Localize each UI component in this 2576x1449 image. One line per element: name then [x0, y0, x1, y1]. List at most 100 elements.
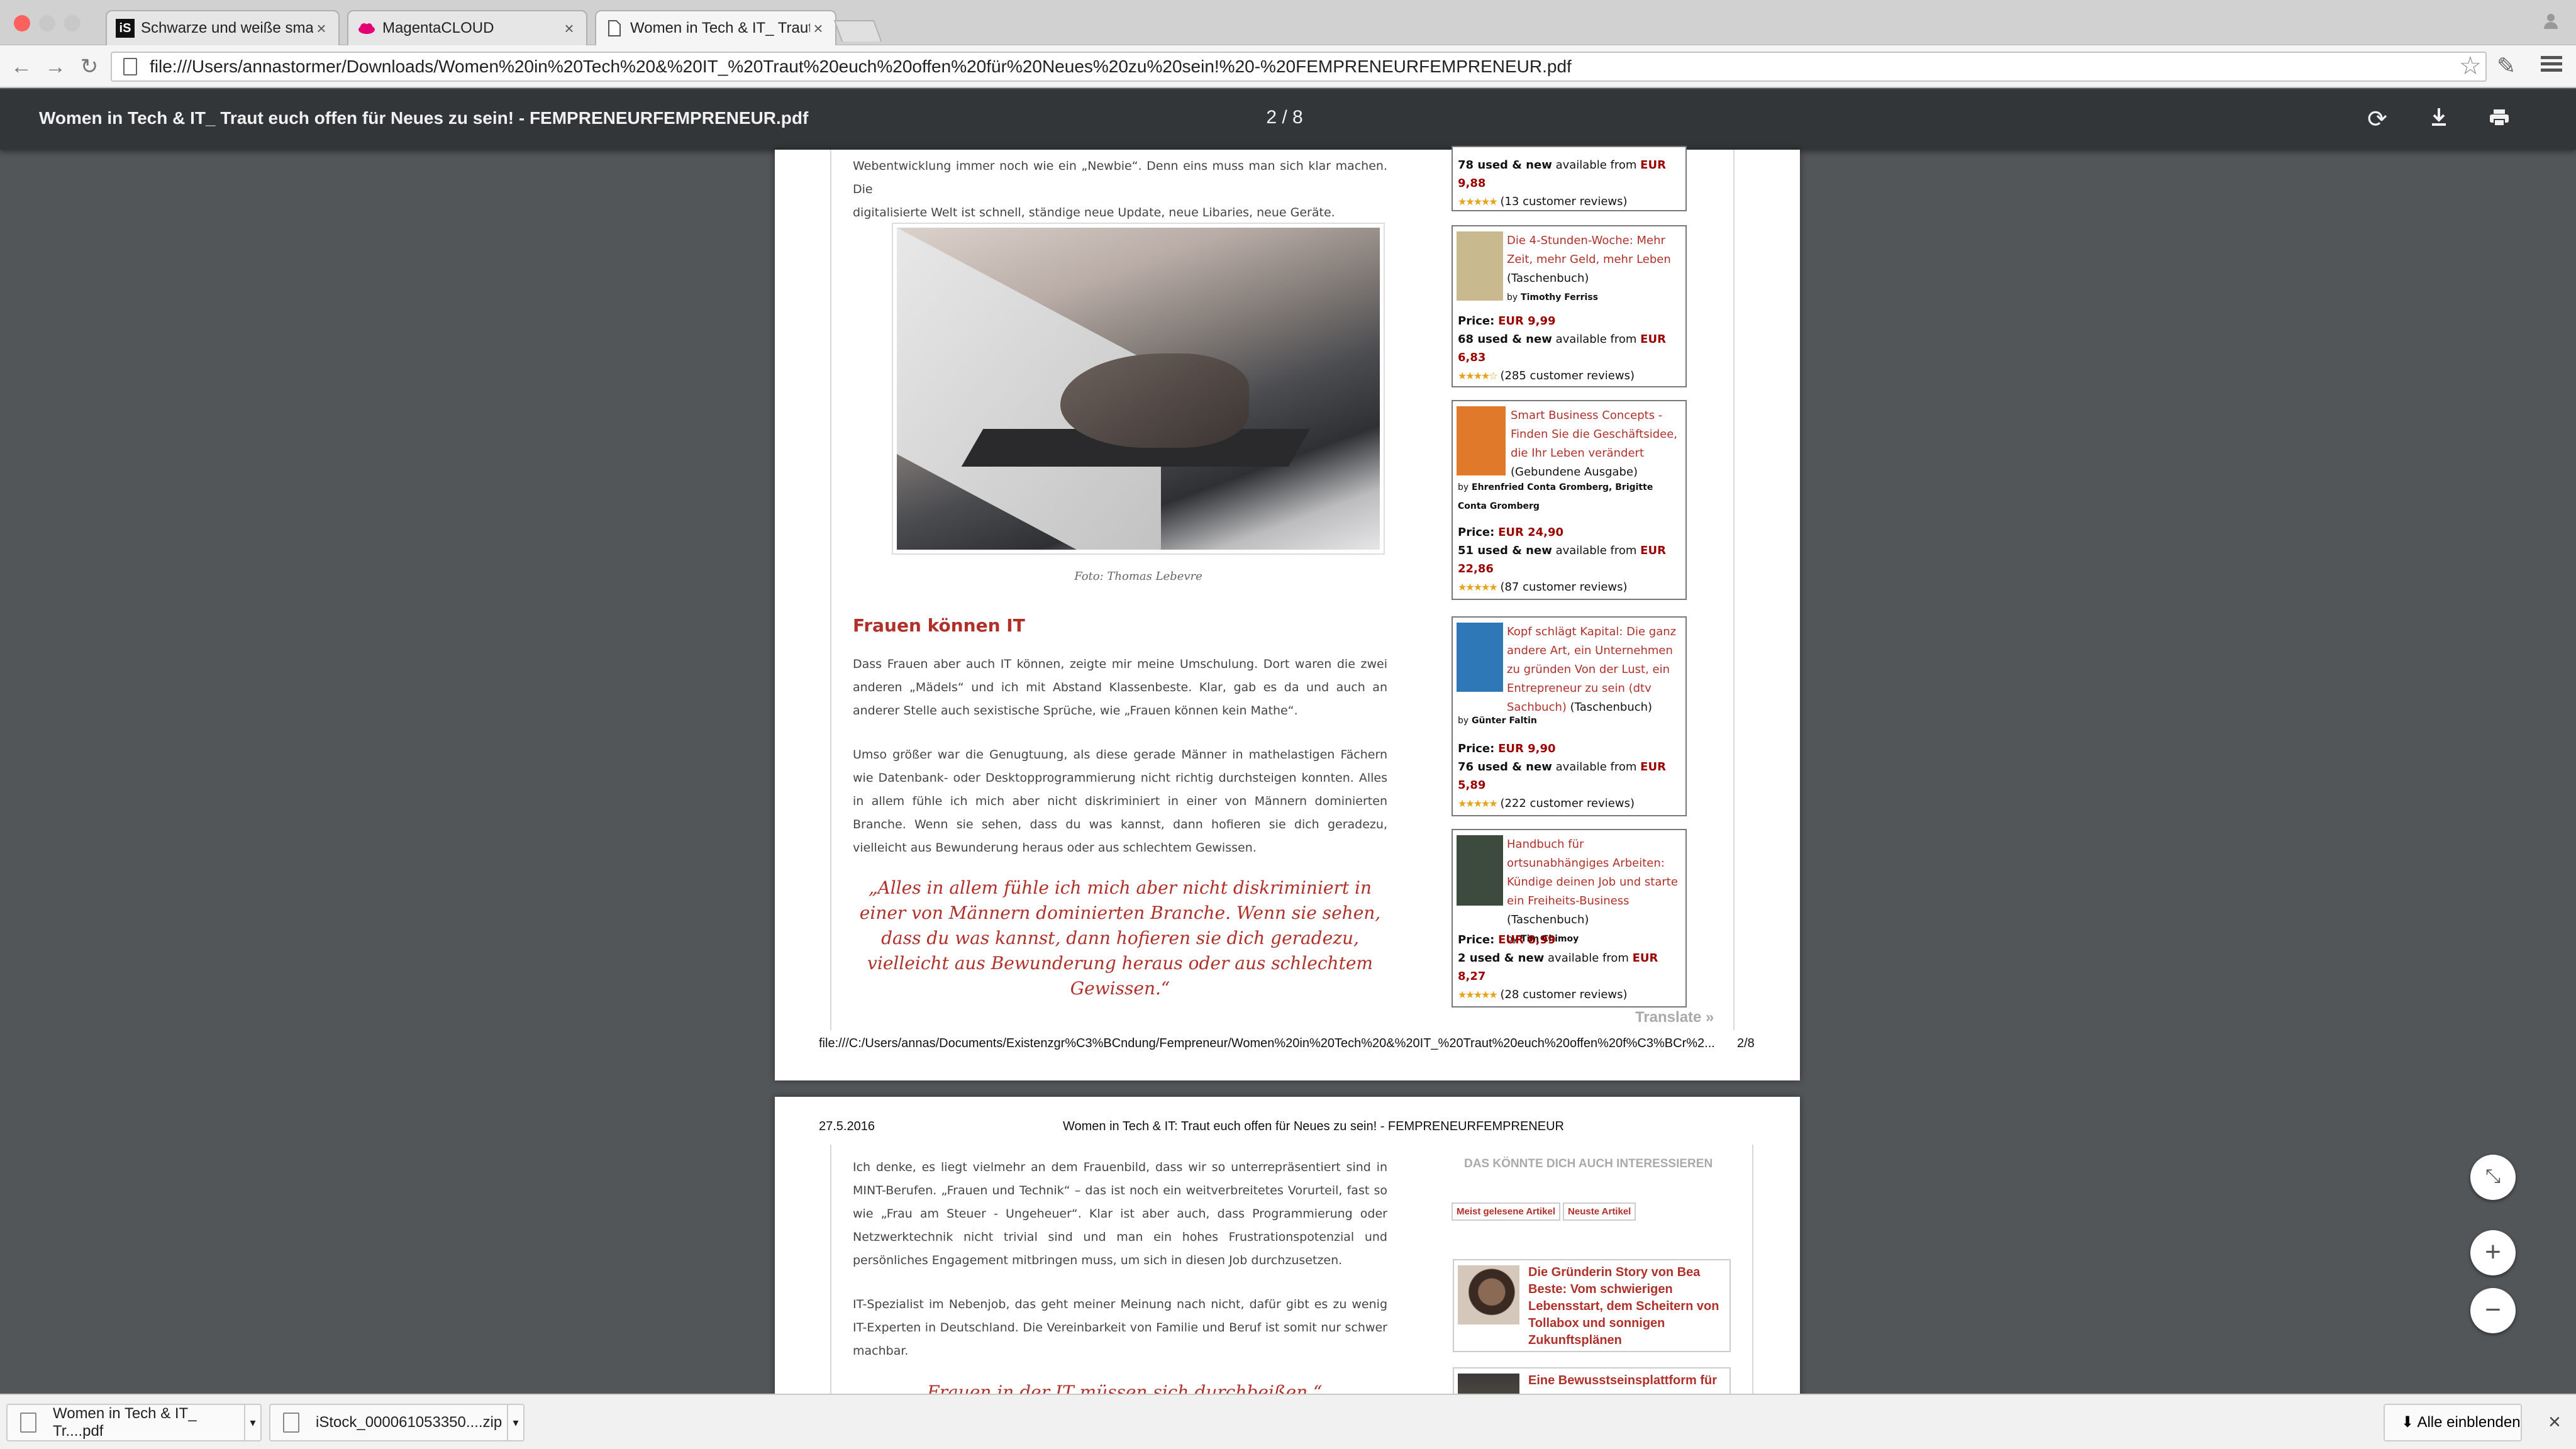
reviews-link[interactable]: (222 customer reviews) — [1500, 797, 1635, 810]
zip-file-icon — [283, 1413, 299, 1433]
close-icon[interactable]: × — [561, 19, 577, 38]
divider — [830, 150, 831, 1030]
download-filename: Women in Tech & IT_ Tr....pdf — [53, 1405, 197, 1440]
page-icon — [123, 58, 137, 75]
rating-stars-icon: ★★★★☆ — [1458, 370, 1498, 382]
address-text: file:///Users/annastormer/Downloads/Wome… — [150, 57, 1572, 76]
pdf-toolbar: Women in Tech & IT_ Traut euch offen für… — [0, 89, 2576, 150]
text-line: Webentwicklung immer noch wie ein „Newbi… — [853, 159, 1387, 196]
close-icon[interactable]: × — [2548, 1410, 2561, 1435]
reviews-link[interactable]: (13 customer reviews) — [1500, 195, 1627, 208]
book-card: Kopf schlägt Kapital: Die ganz andere Ar… — [1452, 616, 1687, 816]
download-shelf: Women in Tech & IT_ Tr....pdf ▾ iStock_0… — [0, 1394, 2576, 1449]
pull-quote: „Alles in allem fühle ich mich aber nich… — [859, 877, 1381, 999]
reviews-link[interactable]: (28 customer reviews) — [1500, 988, 1627, 1001]
download-item[interactable]: iStock_000061053350....zip ▾ — [269, 1404, 525, 1441]
reviews-link[interactable]: (87 customer reviews) — [1500, 580, 1627, 594]
book-cover[interactable] — [1457, 835, 1503, 906]
back-arrow-icon[interactable]: ← — [9, 54, 34, 79]
pdf-page-2: Webentwicklung immer noch wie ein „Newbi… — [775, 146, 1800, 1080]
article-title-link[interactable]: Eine Bewusstseinsplattform für — [1528, 1372, 1724, 1389]
section-heading: Frauen können IT — [853, 615, 1025, 636]
print-header-date: 27.5.2016 — [819, 1119, 875, 1133]
zoom-in-button[interactable]: + — [2470, 1230, 2516, 1275]
price: EUR 8,99 — [1498, 933, 1556, 947]
intro-text: Webentwicklung immer noch wie ein „Newbi… — [853, 155, 1387, 225]
download-icon[interactable] — [2424, 104, 2454, 135]
article-title-link[interactable]: Die Gründerin Story von Bea Beste: Vom s… — [1528, 1264, 1724, 1349]
book-cover[interactable] — [1457, 623, 1503, 692]
tab-most-read[interactable]: Meist gelesene Artikel — [1452, 1202, 1561, 1221]
page-separator: / — [1282, 107, 1287, 128]
profile-icon[interactable] — [2540, 11, 2562, 34]
page-indicator: 2 / 8 — [1258, 107, 1303, 128]
paragraph: IT-Spezialist im Nebenjob, das geht mein… — [853, 1297, 1387, 1358]
text-line: digitalisierte Welt ist schnell, ständig… — [853, 206, 1335, 219]
rating-stars-icon: ★★★★★ — [1458, 196, 1498, 208]
reviews-link[interactable]: (285 customer reviews) — [1500, 369, 1635, 382]
pdf-file-icon — [20, 1413, 36, 1433]
show-all-downloads-button[interactable]: ⬇ Alle einblenden — [2384, 1404, 2522, 1441]
book-title-link[interactable]: Smart Business Concepts - Finden Sie die… — [1511, 406, 1682, 482]
download-filename: iStock_000061053350....zip — [316, 1414, 502, 1431]
book-cover[interactable] — [1457, 231, 1503, 301]
print-footer-url: file:///C:/Users/annas/Documents/Existen… — [819, 1036, 1715, 1050]
tab-women-in-tech[interactable]: Women in Tech & IT_ Traut × — [595, 10, 836, 45]
chevron-down-icon[interactable]: ▾ — [244, 1405, 260, 1440]
translate-link[interactable]: Translate » — [1635, 1009, 1714, 1026]
paragraph: Ich denke, es liegt vielmehr an dem Frau… — [853, 1160, 1387, 1267]
chevron-down-icon[interactable]: ▾ — [507, 1405, 523, 1440]
new-tab-button[interactable] — [833, 20, 882, 42]
used-count: 78 used & new — [1458, 158, 1552, 172]
fit-to-page-icon[interactable]: ⤡ — [2470, 1155, 2516, 1200]
book-title-link[interactable]: Die 4-Stunden-Woche: Mehr Zeit, mehr Gel… — [1507, 231, 1682, 307]
rotate-icon[interactable]: ⟳ — [2362, 104, 2392, 135]
related-article[interactable]: Die Gründerin Story von Bea Beste: Vom s… — [1453, 1259, 1731, 1352]
close-window-button[interactable] — [14, 15, 30, 31]
book-card: 78 used & new available from EUR 9,88 ★★… — [1452, 146, 1687, 211]
minimize-window-button[interactable] — [39, 15, 55, 31]
tab-title: Schwarze und weiße smart — [141, 19, 313, 36]
zoom-out-button[interactable]: − — [2470, 1288, 2516, 1333]
address-bar[interactable]: file:///Users/annastormer/Downloads/Wome… — [111, 52, 2487, 82]
book-cover[interactable] — [1457, 406, 1506, 475]
print-header-title: Women in Tech & IT: Traut euch offen für… — [1063, 1119, 1564, 1133]
photo-caption: Foto: Thomas Lebevre — [1074, 570, 1202, 583]
close-icon[interactable]: × — [810, 19, 826, 38]
tab-magentacloud[interactable]: MagentaCLOUD × — [347, 10, 587, 45]
divider — [1733, 150, 1735, 1030]
bookmark-star-icon[interactable]: ☆ — [2459, 52, 2482, 80]
book-card: Handbuch für ortsunabhängiges Arbeiten: … — [1452, 829, 1687, 1008]
tab-newest[interactable]: Neuste Artikel — [1563, 1202, 1636, 1221]
available-text: available from — [1555, 158, 1637, 172]
book-title-link[interactable]: Kopf schlägt Kapital: Die ganz andere Ar… — [1507, 623, 1682, 717]
download-item[interactable]: Women in Tech & IT_ Tr....pdf ▾ — [6, 1404, 262, 1441]
article-thumbnail[interactable] — [1458, 1265, 1519, 1324]
paragraph: Umso größer war die Genugtuung, als dies… — [853, 748, 1387, 855]
price: EUR 24,90 — [1498, 526, 1564, 539]
tab-title: Women in Tech & IT_ Traut — [630, 19, 810, 36]
extension-icon[interactable]: ✎ — [2497, 53, 2516, 79]
rating-stars-icon: ★★★★★ — [1458, 797, 1498, 809]
book-card: Smart Business Concepts - Finden Sie die… — [1452, 400, 1687, 600]
tab-strip: iS Schwarze und weiße smart × MagentaCLO… — [0, 0, 2576, 45]
total-pages: 8 — [1292, 107, 1303, 128]
tab-schwarze[interactable]: iS Schwarze und weiße smart × — [106, 10, 340, 45]
close-icon[interactable]: × — [313, 19, 330, 38]
browser-toolbar: ← → ↻ file:///Users/annastormer/Download… — [0, 45, 2576, 88]
pdf-title: Women in Tech & IT_ Traut euch offen für… — [39, 108, 809, 128]
download-icon: ⬇ — [2401, 1414, 2414, 1431]
tab-title: MagentaCLOUD — [382, 19, 494, 36]
magenta-cloud-icon — [357, 19, 376, 38]
forward-arrow-icon[interactable]: → — [43, 54, 68, 79]
price: EUR 9,90 — [1498, 742, 1556, 755]
rating-stars-icon: ★★★★★ — [1458, 989, 1498, 1001]
print-footer-page: 2/8 — [1737, 1036, 1755, 1050]
current-page-input[interactable]: 2 — [1258, 107, 1277, 128]
book-card: Die 4-Stunden-Woche: Mehr Zeit, mehr Gel… — [1452, 225, 1687, 387]
print-icon[interactable] — [2484, 104, 2514, 135]
reload-icon[interactable]: ↻ — [77, 54, 102, 79]
rating-stars-icon: ★★★★★ — [1458, 581, 1498, 593]
zoom-window-button[interactable] — [64, 15, 80, 31]
menu-icon[interactable] — [2541, 53, 2562, 75]
